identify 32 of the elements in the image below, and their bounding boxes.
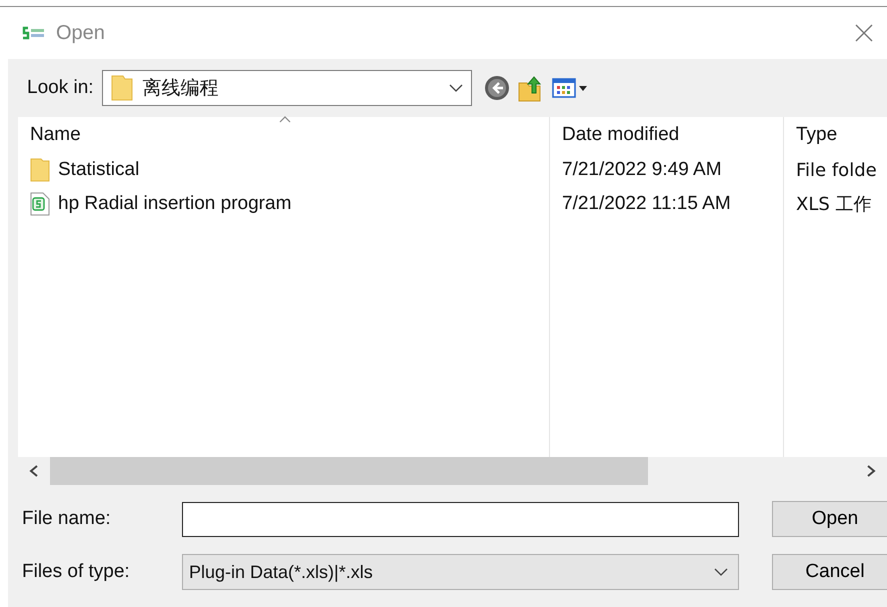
scroll-right-icon[interactable] [865, 464, 877, 478]
close-icon[interactable] [855, 24, 873, 42]
chevron-icon [448, 84, 463, 92]
spreadsheet-file-icon [30, 192, 50, 216]
location-dropdown[interactable]: 离线编程 [102, 70, 472, 106]
view-menu-icon[interactable] [552, 77, 588, 99]
folder-icon [30, 158, 50, 182]
chevron-icon [714, 568, 728, 576]
column-header[interactable]: Name [18, 117, 549, 153]
sort-up-icon [279, 116, 291, 123]
column-header[interactable]: Date modified [549, 117, 783, 153]
date-modified: 7/21/2022 11:15 AM [562, 193, 731, 215]
file-type: XLS 工作 [796, 193, 872, 216]
file-name[interactable]: hp Radial insertion program [58, 193, 292, 215]
file-name-field[interactable] [182, 502, 739, 536]
scrollbar-thumb[interactable] [50, 457, 648, 485]
scroll-left-icon[interactable] [28, 464, 40, 478]
open-button[interactable]: Open [772, 501, 887, 537]
window-title: Open [56, 22, 106, 44]
file-name-label: File name: [22, 508, 112, 530]
folder-icon [110, 75, 133, 101]
up-folder-icon[interactable] [518, 74, 544, 102]
file-type-label: Files of type: [22, 561, 131, 583]
file-name[interactable]: Statistical [58, 159, 140, 181]
file-type-dropdown[interactable]: Plug-in Data(*.xls)|*.xls [182, 554, 739, 590]
date-modified: 7/21/2022 9:49 AM [562, 159, 722, 181]
file-type: File folde [796, 160, 877, 180]
cancel-button[interactable]: Cancel [772, 554, 887, 590]
column-header[interactable]: Type [783, 117, 887, 153]
back-icon[interactable] [484, 75, 510, 101]
app-logo-icon [22, 26, 46, 40]
look-in-label: Look in: [27, 77, 94, 99]
